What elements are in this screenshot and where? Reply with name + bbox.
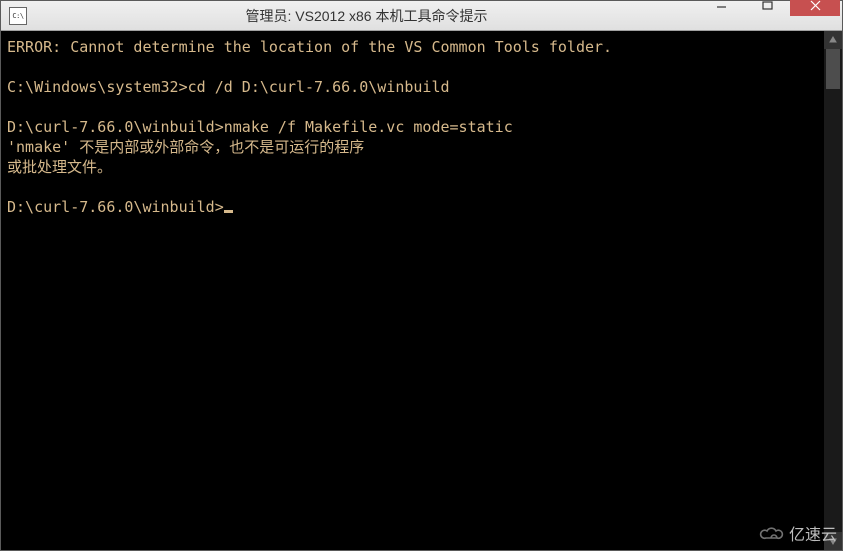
terminal-area: ERROR: Cannot determine the location of … (1, 31, 842, 550)
terminal-line (7, 57, 818, 77)
chevron-down-icon (829, 537, 837, 545)
chevron-up-icon (829, 36, 837, 44)
terminal-line: ERROR: Cannot determine the location of … (7, 37, 818, 57)
scroll-down-button[interactable] (824, 532, 842, 550)
prompt-text: D:\curl-7.66.0\winbuild> (7, 118, 224, 136)
terminal-line: D:\curl-7.66.0\winbuild>nmake /f Makefil… (7, 117, 818, 137)
scrollbar-thumb[interactable] (826, 49, 840, 89)
command-text: cd /d D:\curl-7.66.0\winbuild (188, 78, 450, 96)
terminal-line (7, 177, 818, 197)
prompt-text: D:\curl-7.66.0\winbuild> (7, 198, 224, 216)
scroll-up-button[interactable] (824, 31, 842, 49)
cursor (224, 210, 233, 213)
scrollbar[interactable] (824, 31, 842, 550)
titlebar[interactable]: C:\ 管理员: VS2012 x86 本机工具命令提示 (1, 1, 842, 31)
command-text: nmake /f Makefile.vc mode=static (224, 118, 513, 136)
window-controls (698, 0, 840, 16)
terminal-line: 或批处理文件。 (7, 157, 818, 177)
window-title: 管理员: VS2012 x86 本机工具命令提示 (35, 6, 698, 26)
close-icon (810, 0, 821, 11)
terminal-line: D:\curl-7.66.0\winbuild> (7, 197, 818, 217)
close-button[interactable] (790, 0, 840, 16)
maximize-icon (762, 0, 773, 11)
maximize-button[interactable] (744, 0, 790, 16)
app-icon: C:\ (9, 7, 27, 25)
terminal-line: 'nmake' 不是内部或外部命令，也不是可运行的程序 (7, 137, 818, 157)
terminal-line (7, 97, 818, 117)
terminal-line: C:\Windows\system32>cd /d D:\curl-7.66.0… (7, 77, 818, 97)
prompt-text: C:\Windows\system32> (7, 78, 188, 96)
minimize-icon (716, 0, 727, 11)
minimize-button[interactable] (698, 0, 744, 16)
terminal-output[interactable]: ERROR: Cannot determine the location of … (1, 31, 824, 550)
command-prompt-window: C:\ 管理员: VS2012 x86 本机工具命令提示 ERROR: Cann… (0, 0, 843, 551)
